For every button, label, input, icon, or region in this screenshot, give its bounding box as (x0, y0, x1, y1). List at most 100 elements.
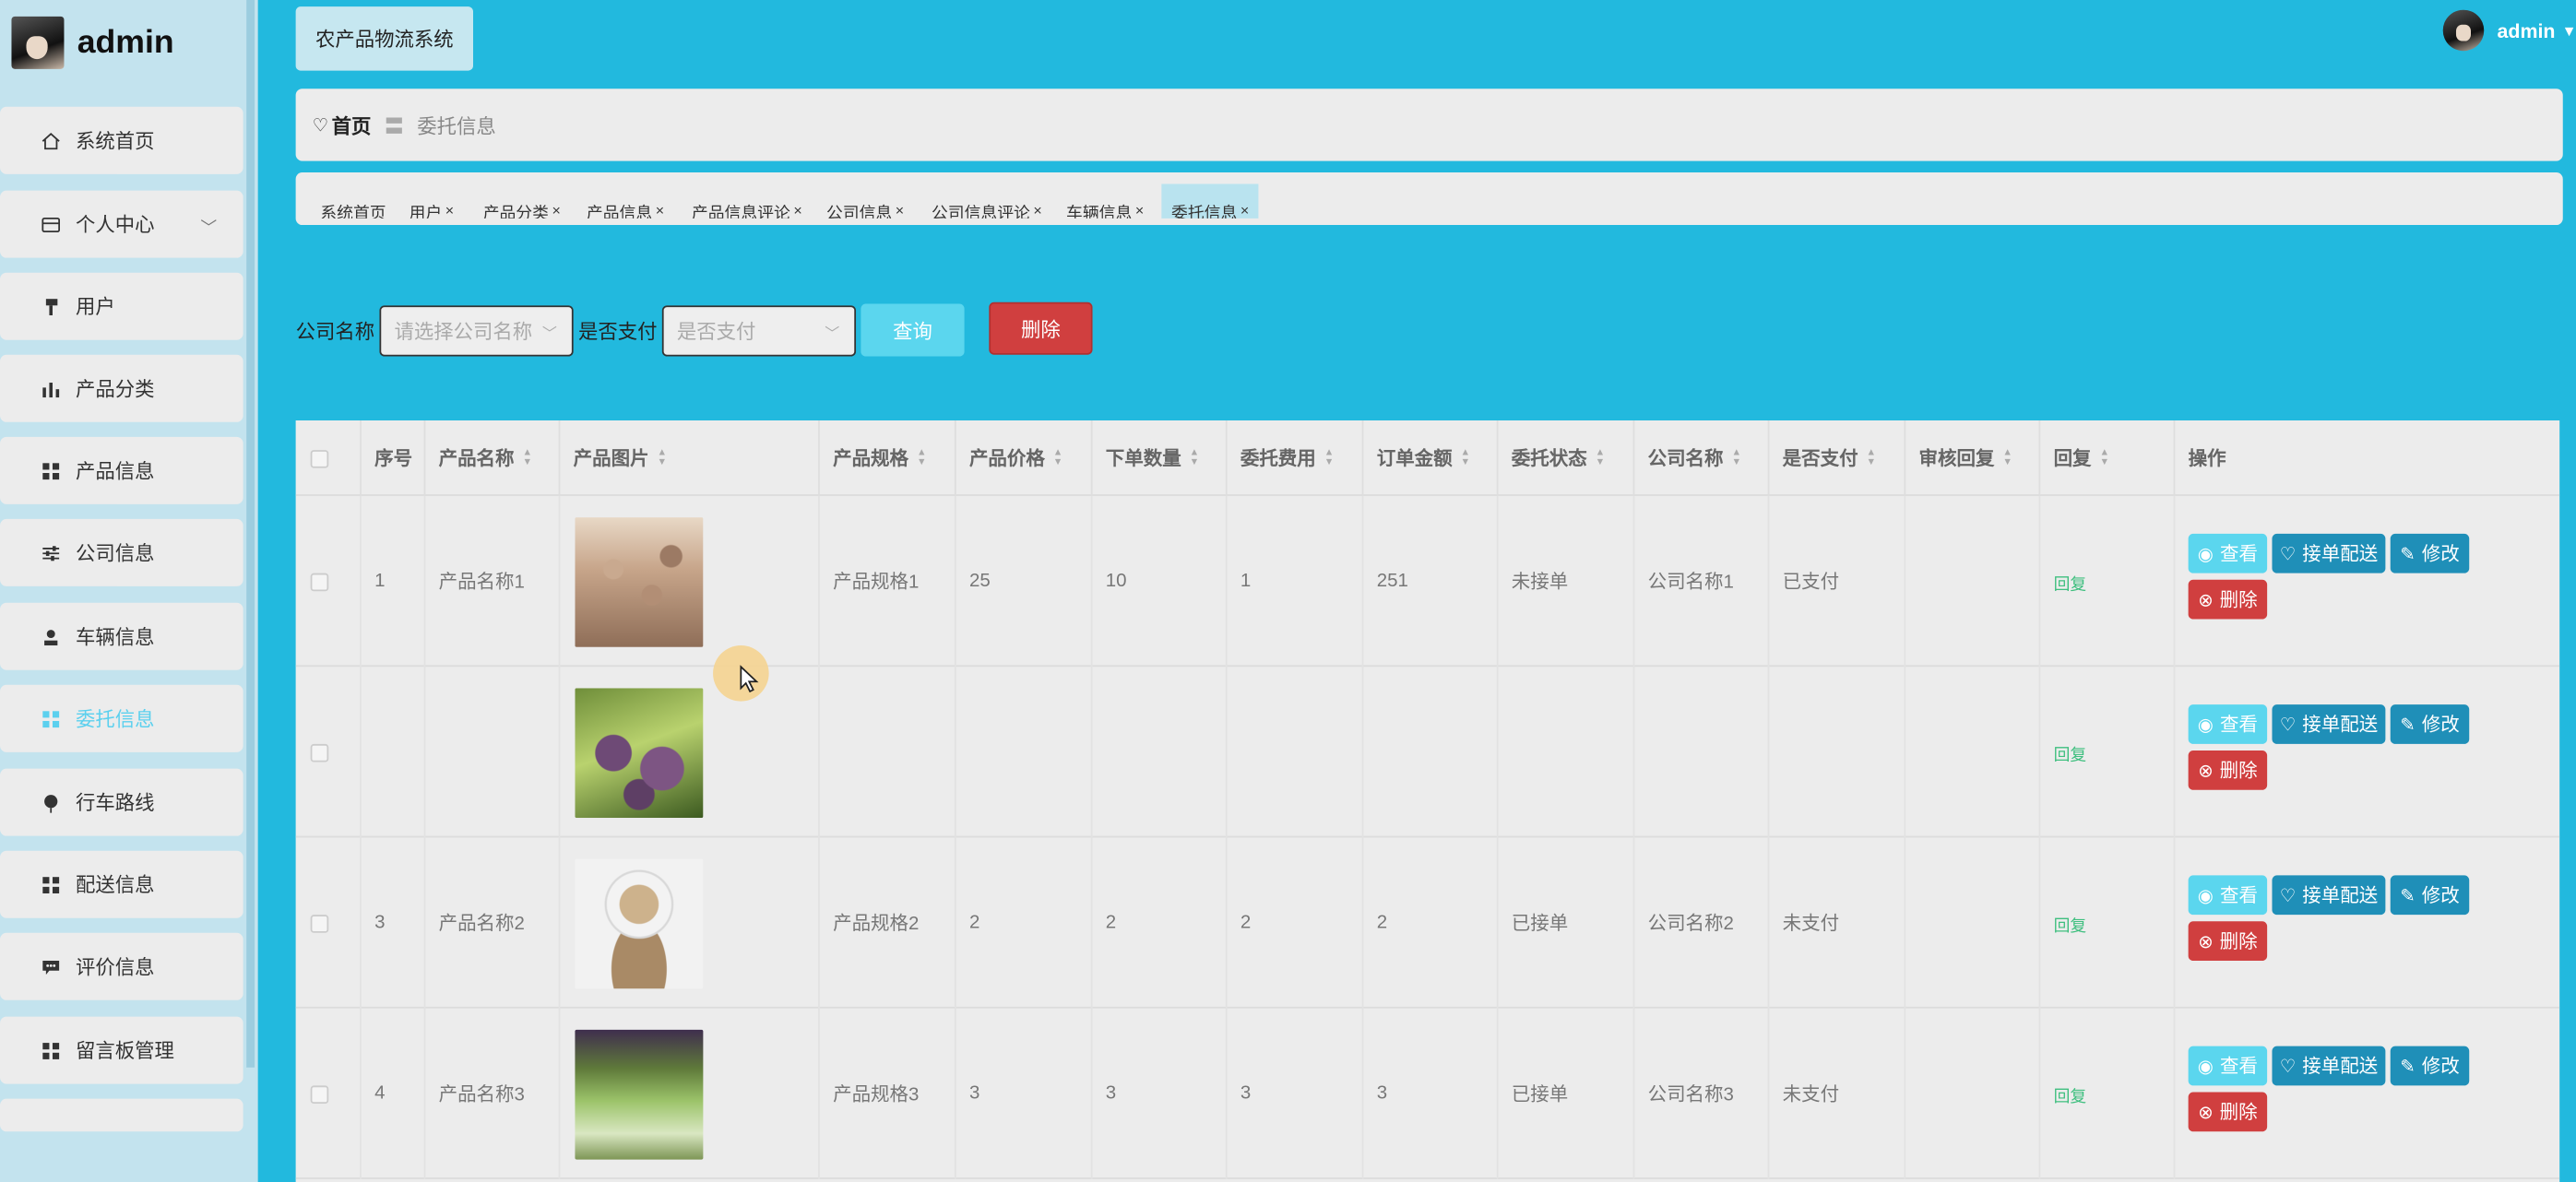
delete-button[interactable]: ⊗ 删除 (2188, 579, 2268, 620)
query-button[interactable]: 查询 (861, 303, 965, 357)
cell-order-qty: 3 (1093, 1008, 1228, 1179)
edit-button[interactable]: ✎ 修改 (2390, 875, 2470, 916)
accept-delivery-button[interactable]: ♡ 接单配送 (2272, 1046, 2386, 1086)
sidebar-item-home[interactable]: 系统首页 (0, 106, 243, 174)
sidebar-item-company-info[interactable]: 公司信息 (0, 518, 243, 586)
close-icon[interactable]: × (1033, 202, 1041, 219)
view-button[interactable]: ◉ 查看 (2188, 875, 2268, 916)
reply-link[interactable]: 回复 (2054, 569, 2087, 594)
cell-product-spec: 产品规格2 (820, 837, 956, 1009)
tag-product-category[interactable]: 产品分类 × (483, 185, 561, 219)
sidebar-item-label: 配送信息 (75, 873, 155, 897)
edit-button[interactable]: ✎ 修改 (2390, 704, 2470, 744)
tag-home[interactable]: 系统首页 (320, 185, 386, 219)
row-checkbox[interactable] (310, 743, 329, 762)
company-select[interactable]: 请选择公司名称 ﹀ (379, 304, 574, 356)
close-icon[interactable]: × (1241, 202, 1249, 219)
sort-icon[interactable]: ▲ ▼ (1596, 448, 1606, 467)
breadcrumb-home[interactable]: 首页 (332, 111, 372, 138)
close-icon[interactable]: × (656, 202, 664, 219)
sort-icon[interactable]: ▲ ▼ (2099, 448, 2109, 467)
sidebar-item-partial[interactable] (0, 1098, 243, 1132)
table-row[interactable]: 4 产品名称3 产品规格3 3 3 3 3 已接单 公司名称3 未支付 回复 ◉ 查看 ♡ 接单配送 ✎ 修改 ⊗… (295, 1008, 2560, 1179)
sort-icon[interactable]: ▲ ▼ (1461, 448, 1471, 467)
sidebar-item-driving-route[interactable]: 行车路线 (0, 768, 243, 836)
view-button[interactable]: ◉ 查看 (2188, 533, 2268, 573)
delete-button[interactable]: ⊗ 删除 (2188, 1092, 2268, 1132)
sort-icon[interactable]: ▲ ▼ (658, 448, 668, 467)
close-icon[interactable]: × (896, 202, 904, 219)
batch-delete-button[interactable]: 删除 (989, 301, 1093, 355)
close-icon[interactable]: × (793, 202, 801, 219)
sidebar-item-product-category[interactable]: 产品分类 (0, 354, 243, 422)
col-review-reply[interactable]: 审核回复 ▲ ▼ (1905, 420, 2041, 496)
sort-icon[interactable]: ▲ ▼ (1053, 448, 1063, 467)
product-image[interactable] (575, 687, 704, 818)
col-product-spec[interactable]: 产品规格 ▲ ▼ (820, 420, 956, 496)
sidebar-scrollbar[interactable] (246, 0, 255, 1068)
sidebar-item-message-board[interactable]: 留言板管理 (0, 1016, 243, 1084)
sort-icon[interactable]: ▲ ▼ (1731, 448, 1741, 467)
col-commission-status[interactable]: 委托状态 ▲ ▼ (1499, 420, 1635, 496)
col-order-qty[interactable]: 下单数量 ▲ ▼ (1093, 420, 1228, 496)
sort-icon[interactable]: ▲ ▼ (1867, 448, 1877, 467)
user-menu[interactable]: admin ▼ (2442, 9, 2576, 52)
view-button[interactable]: ◉ 查看 (2188, 704, 2268, 744)
cell-paid: 未支付 (1769, 1008, 1906, 1179)
tag-product-info[interactable]: 产品信息 × (587, 185, 664, 219)
system-title-button[interactable]: 农产品物流系统 (295, 6, 473, 71)
table-row[interactable]: 1 产品名称1 产品规格1 25 10 1 251 未接单 公司名称1 已支付 回复 ◉ 查看 ♡ 接单配送… (295, 495, 2560, 668)
accept-delivery-button[interactable]: ♡ 接单配送 (2272, 875, 2386, 916)
col-product-image[interactable]: 产品图片 ▲ ▼ (560, 420, 820, 496)
sidebar-item-personal-center[interactable]: 个人中心 ﹀ (0, 190, 243, 258)
table-row[interactable]: 3 产品名称2 产品规格2 2 2 2 2 已接单 公司名称2 未支付 回复 ◉ 查看 ♡ 接单配送 ✎ 修改 ⊗… (295, 837, 2560, 1009)
tag-vehicle-info[interactable]: 车辆信息 × (1066, 185, 1144, 219)
product-image[interactable] (575, 1028, 704, 1159)
sidebar-item-review-info[interactable]: 评价信息 (0, 932, 243, 1000)
delete-button[interactable]: ⊗ 删除 (2188, 751, 2268, 790)
tag-product-comments[interactable]: 产品信息评论 × (692, 185, 802, 219)
reply-link[interactable]: 回复 (2054, 739, 2087, 765)
cell-actions: ◉ 查看 ♡ 接单配送 ✎ 修改 ⊗ 删除 (2188, 1009, 2517, 1179)
reply-link[interactable]: 回复 (2054, 911, 2087, 936)
col-product-name[interactable]: 产品名称 ▲ ▼ (425, 420, 561, 496)
sidebar-item-delivery-info[interactable]: 配送信息 (0, 850, 243, 918)
row-checkbox[interactable] (310, 914, 329, 932)
product-image[interactable] (575, 516, 704, 646)
sort-icon[interactable]: ▲ ▼ (2002, 448, 2012, 467)
col-order-amount[interactable]: 订单金额 ▲ ▼ (1363, 420, 1499, 496)
tag-company-info[interactable]: 公司信息 × (826, 185, 904, 219)
view-button[interactable]: ◉ 查看 (2188, 1046, 2268, 1086)
sort-icon[interactable]: ▲ ▼ (522, 448, 532, 467)
sort-icon[interactable]: ▲ ▼ (917, 448, 927, 467)
sort-icon[interactable]: ▲ ▼ (1190, 448, 1200, 467)
col-reply[interactable]: 回复 ▲ ▼ (2040, 420, 2176, 496)
tag-commission-info[interactable]: 委托信息 × (1161, 183, 1259, 219)
tag-users[interactable]: 用户 × (410, 185, 455, 219)
col-paid[interactable]: 是否支付 ▲ ▼ (1769, 420, 1906, 496)
accept-delivery-button[interactable]: ♡ 接单配送 (2272, 704, 2386, 744)
tag-company-comments[interactable]: 公司信息评论 × (932, 185, 1042, 219)
col-product-price[interactable]: 产品价格 ▲ ▼ (956, 420, 1093, 496)
sidebar-item-commission-info[interactable]: 委托信息 (0, 684, 243, 752)
select-all-checkbox[interactable] (310, 449, 329, 467)
close-icon[interactable]: × (1135, 202, 1144, 219)
delete-button[interactable]: ⊗ 删除 (2188, 921, 2268, 962)
paid-select[interactable]: 是否支付 ﹀ (661, 304, 857, 356)
sort-icon[interactable]: ▲ ▼ (1324, 448, 1335, 467)
table-row[interactable]: 回复 ◉ 查看 ♡ 接单配送 ✎ 修改 ⊗ 删除 (295, 667, 2560, 838)
reply-link[interactable]: 回复 (2054, 1082, 2087, 1106)
row-checkbox[interactable] (310, 572, 329, 591)
col-commission-fee[interactable]: 委托费用 ▲ ▼ (1228, 420, 1364, 496)
row-checkbox[interactable] (310, 1084, 329, 1104)
sidebar-item-vehicle-info[interactable]: 车辆信息 (0, 602, 243, 670)
close-icon[interactable]: × (552, 202, 561, 219)
edit-button[interactable]: ✎ 修改 (2390, 1046, 2470, 1086)
sidebar-item-users[interactable]: 用户 (0, 272, 243, 340)
accept-delivery-button[interactable]: ♡ 接单配送 (2272, 533, 2386, 573)
product-image[interactable] (575, 857, 704, 988)
sidebar-item-product-info[interactable]: 产品信息 (0, 436, 243, 504)
col-company-name[interactable]: 公司名称 ▲ ▼ (1634, 420, 1770, 496)
edit-button[interactable]: ✎ 修改 (2390, 533, 2470, 573)
close-icon[interactable]: × (445, 202, 454, 219)
